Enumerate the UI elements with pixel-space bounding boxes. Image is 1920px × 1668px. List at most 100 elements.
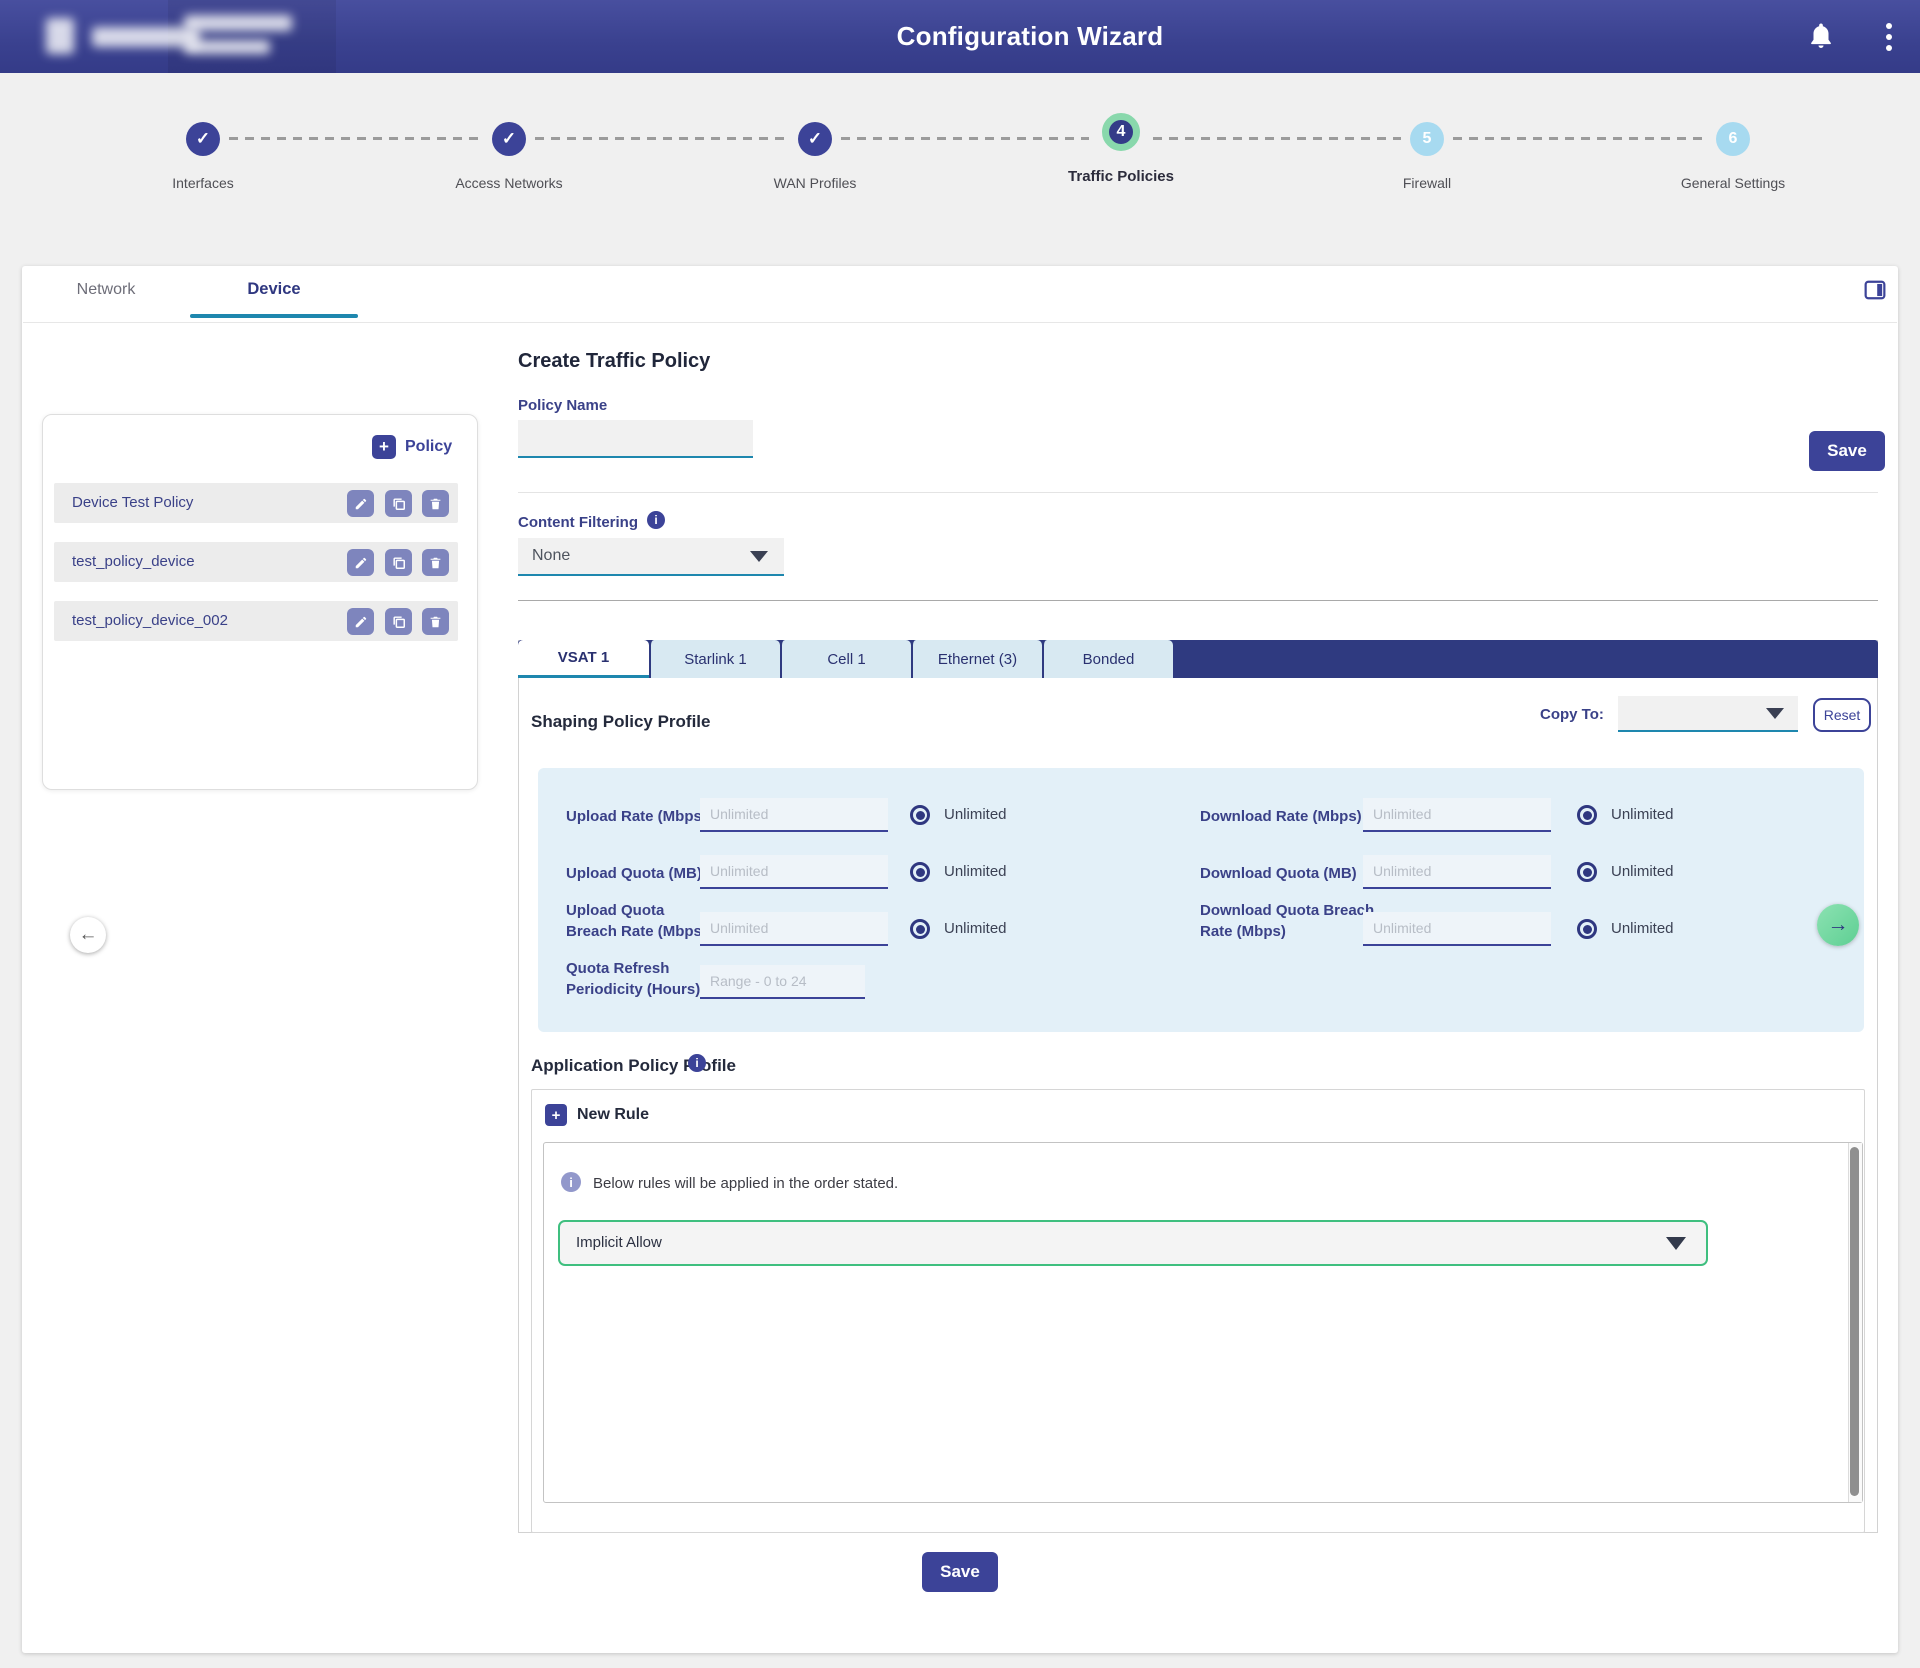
- policy-name: test_policy_device_002: [72, 601, 228, 641]
- copy-to-label: Copy To:: [1540, 706, 1604, 723]
- policy-list-item[interactable]: test_policy_device_002: [54, 601, 458, 641]
- duplicate-policy-icon[interactable]: [385, 549, 412, 576]
- upload-quota-label: Upload Quota (MB): [566, 863, 714, 884]
- application-policy-info-icon[interactable]: i: [688, 1054, 706, 1072]
- quota-refresh-periodicity-input[interactable]: [700, 965, 865, 999]
- configuration-wizard-page: Configuration Wizard ✓ Interfaces ✓ Acce…: [0, 0, 1920, 1668]
- step-check-icon: ✓: [798, 122, 832, 156]
- download-quota-input[interactable]: [1363, 855, 1551, 889]
- content-filtering-info-icon[interactable]: i: [647, 511, 665, 529]
- rules-scrollbar-thumb[interactable]: [1850, 1147, 1859, 1496]
- edit-policy-icon[interactable]: [347, 490, 374, 517]
- step-label: Access Networks: [455, 175, 562, 191]
- content-filtering-dropdown[interactable]: None: [518, 538, 784, 576]
- tab-starlink-1[interactable]: Starlink 1: [649, 640, 780, 678]
- plus-icon: +: [372, 435, 396, 459]
- step-number: 4: [1102, 113, 1140, 151]
- back-arrow-button[interactable]: ←: [70, 917, 106, 953]
- download-breach-unlimited-radio[interactable]: [1577, 919, 1597, 939]
- app-header: Configuration Wizard: [0, 0, 1920, 73]
- shaping-policy-profile-title: Shaping Policy Profile: [531, 712, 710, 732]
- duplicate-policy-icon[interactable]: [385, 608, 412, 635]
- notifications-bell-icon[interactable]: [1806, 20, 1838, 52]
- upload-rate-input[interactable]: [700, 798, 888, 832]
- download-quota-breach-rate-label: Download Quota Breach Rate (Mbps): [1200, 900, 1375, 942]
- copy-to-dropdown[interactable]: [1618, 696, 1798, 732]
- edit-policy-icon[interactable]: [347, 608, 374, 635]
- step-access-networks[interactable]: ✓ Access Networks: [409, 122, 609, 191]
- step-general-settings[interactable]: 6 General Settings: [1633, 122, 1833, 191]
- interface-tab-bar: VSAT 1 Starlink 1 Cell 1 Ethernet (3) Bo…: [518, 640, 1878, 678]
- unlimited-label: Unlimited: [944, 863, 1007, 880]
- rule-value: Implicit Allow: [576, 1222, 662, 1264]
- upload-rate-unlimited-radio[interactable]: [910, 805, 930, 825]
- policy-list-item[interactable]: test_policy_device: [54, 542, 458, 582]
- plus-icon: +: [545, 1104, 567, 1126]
- download-quota-unlimited-radio[interactable]: [1577, 862, 1597, 882]
- policy-name-input[interactable]: [518, 420, 753, 458]
- rules-order-info-icon: i: [561, 1172, 581, 1192]
- add-policy-button[interactable]: + Policy: [372, 435, 452, 459]
- step-check-icon: ✓: [186, 122, 220, 156]
- tab-cell-1[interactable]: Cell 1: [780, 640, 911, 678]
- save-button[interactable]: Save: [922, 1552, 998, 1592]
- more-options-kebab-icon[interactable]: [1878, 20, 1900, 54]
- chevron-down-icon: [1766, 708, 1784, 719]
- step-firewall[interactable]: 5 Firewall: [1327, 122, 1527, 191]
- edit-policy-icon[interactable]: [347, 549, 374, 576]
- step-traffic-policies[interactable]: 4 Traffic Policies: [1021, 113, 1221, 185]
- save-policy-button[interactable]: Save: [1809, 431, 1885, 471]
- tab-bonded[interactable]: Bonded: [1042, 640, 1173, 678]
- download-quota-breach-rate-input[interactable]: [1363, 912, 1551, 946]
- unlimited-label: Unlimited: [1611, 863, 1674, 880]
- collapse-panel-icon[interactable]: [1864, 280, 1886, 305]
- section-divider: [518, 492, 1878, 493]
- step-number: 5: [1410, 122, 1444, 156]
- unlimited-label: Unlimited: [1611, 920, 1674, 937]
- step-interfaces[interactable]: ✓ Interfaces: [103, 122, 303, 191]
- tab-vsat-1[interactable]: VSAT 1: [518, 640, 649, 678]
- upload-quota-unlimited-radio[interactable]: [910, 862, 930, 882]
- duplicate-policy-icon[interactable]: [385, 490, 412, 517]
- content-filtering-value: None: [532, 538, 570, 574]
- tab-ethernet-3[interactable]: Ethernet (3): [911, 640, 1042, 678]
- delete-policy-icon[interactable]: [422, 490, 449, 517]
- next-interface-button[interactable]: →: [1817, 904, 1859, 946]
- policy-name: test_policy_device: [72, 542, 195, 582]
- brand-logo-icon: [46, 18, 74, 54]
- step-wan-profiles[interactable]: ✓ WAN Profiles: [715, 122, 915, 191]
- chevron-down-icon: [750, 551, 768, 562]
- unlimited-label: Unlimited: [944, 806, 1007, 823]
- upload-quota-input[interactable]: [700, 855, 888, 889]
- step-label: General Settings: [1681, 175, 1785, 191]
- arrow-right-icon: →: [1828, 913, 1849, 937]
- arrow-left-icon: ←: [79, 924, 98, 946]
- upload-quota-breach-rate-label: Upload Quota Breach Rate (Mbps): [566, 900, 714, 942]
- section-divider: [518, 600, 1878, 601]
- rule-dropdown[interactable]: Implicit Allow: [558, 1220, 1708, 1266]
- upload-quota-breach-rate-input[interactable]: [700, 912, 888, 946]
- step-number: 6: [1716, 122, 1750, 156]
- reset-button[interactable]: Reset: [1813, 698, 1871, 732]
- tab-network[interactable]: Network: [56, 281, 156, 299]
- upload-breach-unlimited-radio[interactable]: [910, 919, 930, 939]
- download-rate-unlimited-radio[interactable]: [1577, 805, 1597, 825]
- delete-policy-icon[interactable]: [422, 549, 449, 576]
- tabs-divider: [23, 322, 1897, 323]
- site-name-text: [184, 40, 270, 54]
- tab-device[interactable]: Device: [224, 280, 324, 299]
- step-label: Firewall: [1403, 175, 1451, 191]
- create-traffic-policy-title: Create Traffic Policy: [518, 350, 710, 373]
- content-filtering-label: Content Filtering: [518, 514, 638, 531]
- page-title: Configuration Wizard: [780, 21, 1280, 52]
- step-check-icon: ✓: [492, 122, 526, 156]
- active-tab-underline: [190, 314, 358, 318]
- new-rule-button[interactable]: + New Rule: [545, 1104, 649, 1126]
- step-label: Interfaces: [172, 175, 233, 191]
- rules-list-panel: [543, 1142, 1863, 1503]
- download-rate-input[interactable]: [1363, 798, 1551, 832]
- delete-policy-icon[interactable]: [422, 608, 449, 635]
- download-quota-label: Download Quota (MB): [1200, 863, 1375, 884]
- policy-list-item[interactable]: Device Test Policy: [54, 483, 458, 523]
- upload-rate-label: Upload Rate (Mbps): [566, 806, 714, 827]
